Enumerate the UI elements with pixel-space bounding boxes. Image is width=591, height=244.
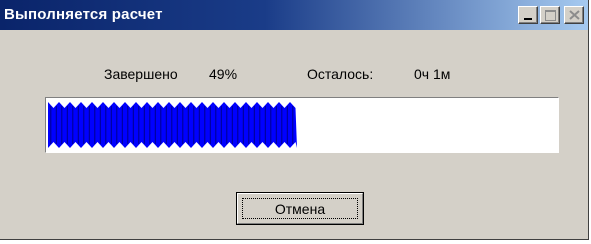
cancel-button-bevel: Отмена bbox=[237, 193, 363, 224]
close-icon bbox=[569, 10, 580, 20]
minimize-button[interactable] bbox=[518, 6, 538, 24]
maximize-button bbox=[540, 6, 560, 24]
close-button[interactable] bbox=[564, 6, 584, 24]
progress-fill-pattern bbox=[48, 102, 297, 148]
progress-bar bbox=[45, 97, 559, 153]
completed-percent: 49% bbox=[209, 66, 238, 82]
cancel-button[interactable]: Отмена bbox=[236, 192, 364, 225]
status-row: Завершено 49% Осталось: 0ч 1м bbox=[0, 66, 588, 84]
progress-dialog: Выполняется расчет Завершено 49% Осталос… bbox=[0, 0, 589, 240]
completed-label: Завершено bbox=[104, 66, 178, 82]
window-title: Выполняется расчет bbox=[4, 6, 163, 23]
cancel-button-label: Отмена bbox=[242, 198, 358, 219]
progress-bar-fill bbox=[48, 102, 297, 148]
remaining-label: Осталось: bbox=[307, 66, 374, 82]
title-bar[interactable]: Выполняется расчет bbox=[0, 0, 588, 30]
remaining-time: 0ч 1м bbox=[414, 66, 451, 82]
